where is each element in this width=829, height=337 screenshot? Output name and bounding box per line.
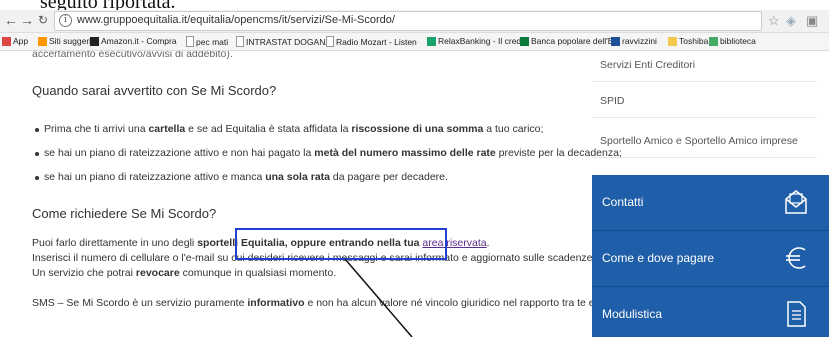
annotation-arrow [344,258,413,337]
